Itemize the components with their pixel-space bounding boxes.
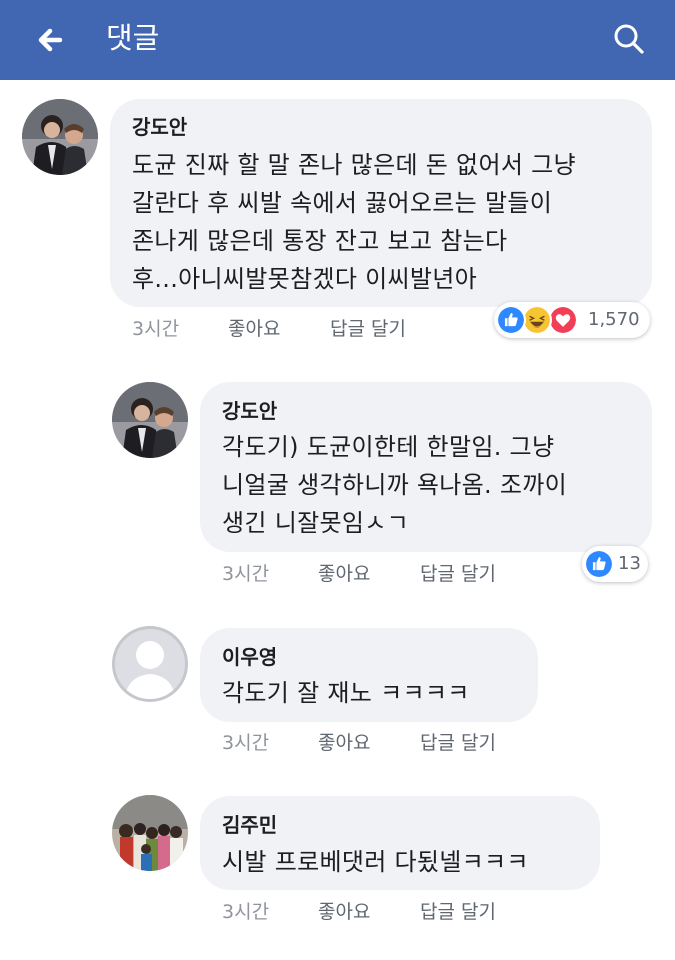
reply-button[interactable]: 답글 달기 — [420, 730, 496, 756]
search-icon — [614, 24, 644, 54]
avatar[interactable] — [112, 382, 188, 458]
comment-time: 3시간 — [132, 318, 180, 340]
avatar-photo — [112, 795, 188, 871]
comment-text-line: 각도기) 도균이한테 한말임. 그냥 — [222, 433, 555, 461]
comment-text-line: 존나게 많은데 통장 잔고 보고 참는다 — [132, 227, 508, 255]
reply-button[interactable]: 답글 달기 — [420, 899, 496, 925]
like-icon — [584, 549, 614, 579]
avatar[interactable] — [22, 99, 98, 175]
avatar[interactable] — [112, 626, 188, 702]
comment-text-line: 니얼굴 생각하니까 욕나옴. 조까이 — [222, 471, 568, 499]
comment-text-line: 시발 프로베댓러 다됬넬ㅋㅋㅋ — [222, 848, 529, 876]
comment-time: 3시간 — [222, 732, 270, 754]
like-button[interactable]: 좋아요 — [318, 561, 370, 587]
love-icon — [548, 305, 578, 335]
back-button[interactable] — [30, 18, 74, 62]
comment-text-line: 각도기 잘 재노 ㅋㅋㅋㅋ — [222, 679, 470, 707]
reaction-count: 1,570 — [588, 309, 640, 330]
comment-author[interactable]: 강도안 — [132, 114, 187, 140]
like-button[interactable]: 좋아요 — [318, 899, 370, 925]
haha-icon — [522, 305, 552, 335]
like-button[interactable]: 좋아요 — [318, 730, 370, 756]
comment-text-line: 도균 진짜 할 말 존나 많은데 돈 없어서 그냥 — [132, 151, 576, 179]
arrow-left-icon — [38, 28, 63, 52]
reaction-summary[interactable]: 13 — [582, 546, 648, 582]
reply-button[interactable]: 답글 달기 — [330, 316, 406, 342]
comment-text-line: 갈란다 후 씨발 속에서 끓어오르는 말들이 — [132, 189, 553, 217]
avatar-photo — [112, 382, 188, 458]
reaction-summary[interactable]: 1,570 — [494, 302, 650, 338]
page-title: 댓글 — [106, 21, 160, 55]
comment-text-line: 생긴 니잘못임ㅅㄱ — [222, 509, 409, 537]
comment-author[interactable]: 이우영 — [222, 644, 277, 670]
reply-button[interactable]: 답글 달기 — [420, 561, 496, 587]
top-app-bar: 댓글 — [0, 0, 675, 80]
search-button[interactable] — [606, 16, 652, 62]
comment-time: 3시간 — [222, 901, 270, 923]
comment-text-line: 후...아니씨발못참겠다 이씨발년아 — [132, 265, 478, 293]
like-icon — [496, 305, 526, 335]
comment-author[interactable]: 강도안 — [222, 398, 277, 424]
reaction-count: 13 — [618, 553, 641, 574]
comment-author[interactable]: 김주민 — [222, 812, 277, 838]
avatar-photo — [22, 99, 98, 175]
like-button[interactable]: 좋아요 — [228, 316, 280, 342]
avatar[interactable] — [112, 795, 188, 871]
comment-time: 3시간 — [222, 563, 270, 585]
default-profile-icon — [112, 626, 188, 702]
